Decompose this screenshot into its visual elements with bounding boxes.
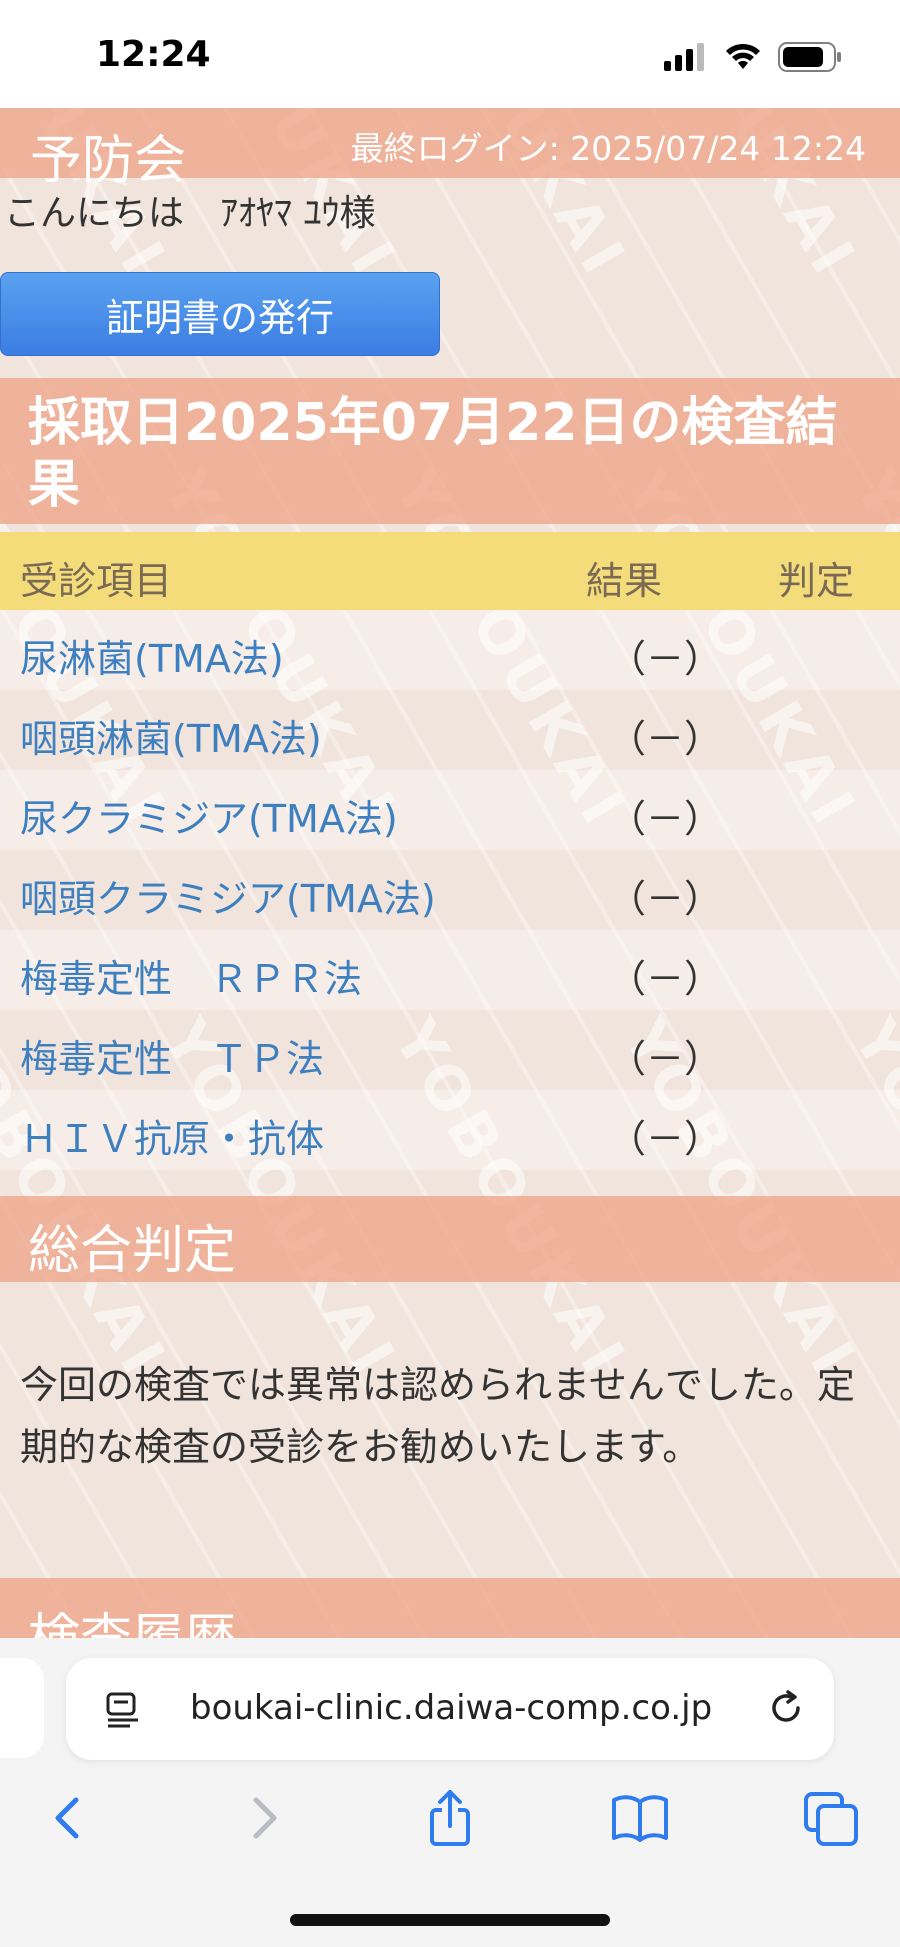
back-icon[interactable]: [40, 1788, 100, 1848]
column-header-result: 結果: [586, 559, 663, 603]
results-title-bar: 採取日2025年07月22日の検査結果: [0, 378, 900, 524]
status-time: 12:24: [96, 34, 211, 75]
share-icon[interactable]: [420, 1788, 480, 1848]
status-icons: [664, 42, 842, 72]
table-row: ＨＩＶ抗原・抗体 （－）: [0, 1090, 900, 1170]
test-result: （－）: [608, 1117, 723, 1161]
page-menu-icon[interactable]: [104, 1692, 144, 1728]
tabs-icon[interactable]: [802, 1788, 862, 1848]
status-bar: 12:24: [0, 0, 900, 108]
browser-nav-row: [0, 1788, 900, 1868]
home-indicator: [290, 1914, 610, 1926]
test-result: （－）: [608, 1037, 723, 1081]
table-row: 尿淋菌(TMA法) （－）: [0, 610, 900, 690]
test-item-link[interactable]: 梅毒定性 ＴＰ法: [20, 1028, 324, 1083]
overall-judgement-title: 総合判定: [28, 1221, 237, 1281]
test-item-link[interactable]: 梅毒定性 ＲＰＲ法: [20, 948, 362, 1003]
reload-icon[interactable]: [766, 1688, 806, 1728]
history-bar: 検査履歴: [0, 1578, 900, 1638]
results-table-header: 受診項目 結果 判定: [0, 532, 900, 610]
test-item-link[interactable]: ＨＩＶ抗原・抗体: [20, 1108, 324, 1163]
column-header-judgement: 判定: [778, 559, 855, 603]
last-login: 最終ログイン: 2025/07/24 12:24: [350, 129, 866, 168]
battery-icon: [778, 42, 841, 72]
test-item-link[interactable]: 咽頭淋菌(TMA法): [20, 708, 322, 763]
bookmarks-icon[interactable]: [610, 1788, 670, 1848]
greeting-text: こんにちは ｱｵﾔﾏ ﾕｳ様: [4, 193, 376, 234]
table-row: 梅毒定性 ＴＰ法 （－）: [0, 1010, 900, 1090]
browser-toolbar: boukai-clinic.daiwa-comp.co.jp: [0, 1638, 900, 1947]
test-result: （－）: [608, 957, 723, 1001]
page-content[interactable]: YOBOUKAI YOBOUKAI YOBOUKAI YOBOUKAI YOBOUKAI…: [0, 108, 900, 1638]
history-title: 検査履歴: [28, 1596, 236, 1638]
test-item-link[interactable]: 尿クラミジア(TMA法): [20, 788, 398, 843]
test-item-link[interactable]: 尿淋菌(TMA法): [20, 628, 284, 683]
test-item-link[interactable]: 咽頭クラミジア(TMA法): [20, 868, 436, 923]
test-result: （－）: [608, 637, 723, 681]
test-result: （－）: [608, 717, 723, 761]
wifi-icon: [726, 43, 760, 69]
url-text: boukai-clinic.daiwa-comp.co.jp: [190, 1688, 713, 1728]
table-row: 咽頭クラミジア(TMA法) （－）: [0, 850, 900, 930]
table-row: 咽頭淋菌(TMA法) （－）: [0, 690, 900, 770]
results-title: 採取日2025年07月22日の検査結果: [28, 393, 838, 515]
overall-judgement-text: 今回の検査では異常は認められませんでした。定期的な検査の受診をお勧めいたします。: [20, 1363, 855, 1469]
site-header: 予防会 最終ログイン: 2025/07/24 12:24: [0, 108, 900, 191]
test-result: （－）: [608, 797, 723, 841]
cellular-signal-icon: [664, 43, 704, 71]
issue-certificate-button[interactable]: 証明書の発行: [0, 272, 440, 356]
table-row: 尿クラミジア(TMA法) （－）: [0, 770, 900, 850]
previous-tab-preview[interactable]: [0, 1658, 44, 1758]
test-result: （－）: [608, 877, 723, 921]
address-bar[interactable]: boukai-clinic.daiwa-comp.co.jp: [66, 1658, 834, 1760]
site-title: 予防会: [30, 131, 187, 191]
column-header-item: 受診項目: [20, 559, 173, 603]
overall-judgement-bar: 総合判定: [0, 1196, 900, 1282]
table-row: 梅毒定性 ＲＰＲ法 （－）: [0, 930, 900, 1010]
forward-icon[interactable]: [232, 1788, 292, 1848]
